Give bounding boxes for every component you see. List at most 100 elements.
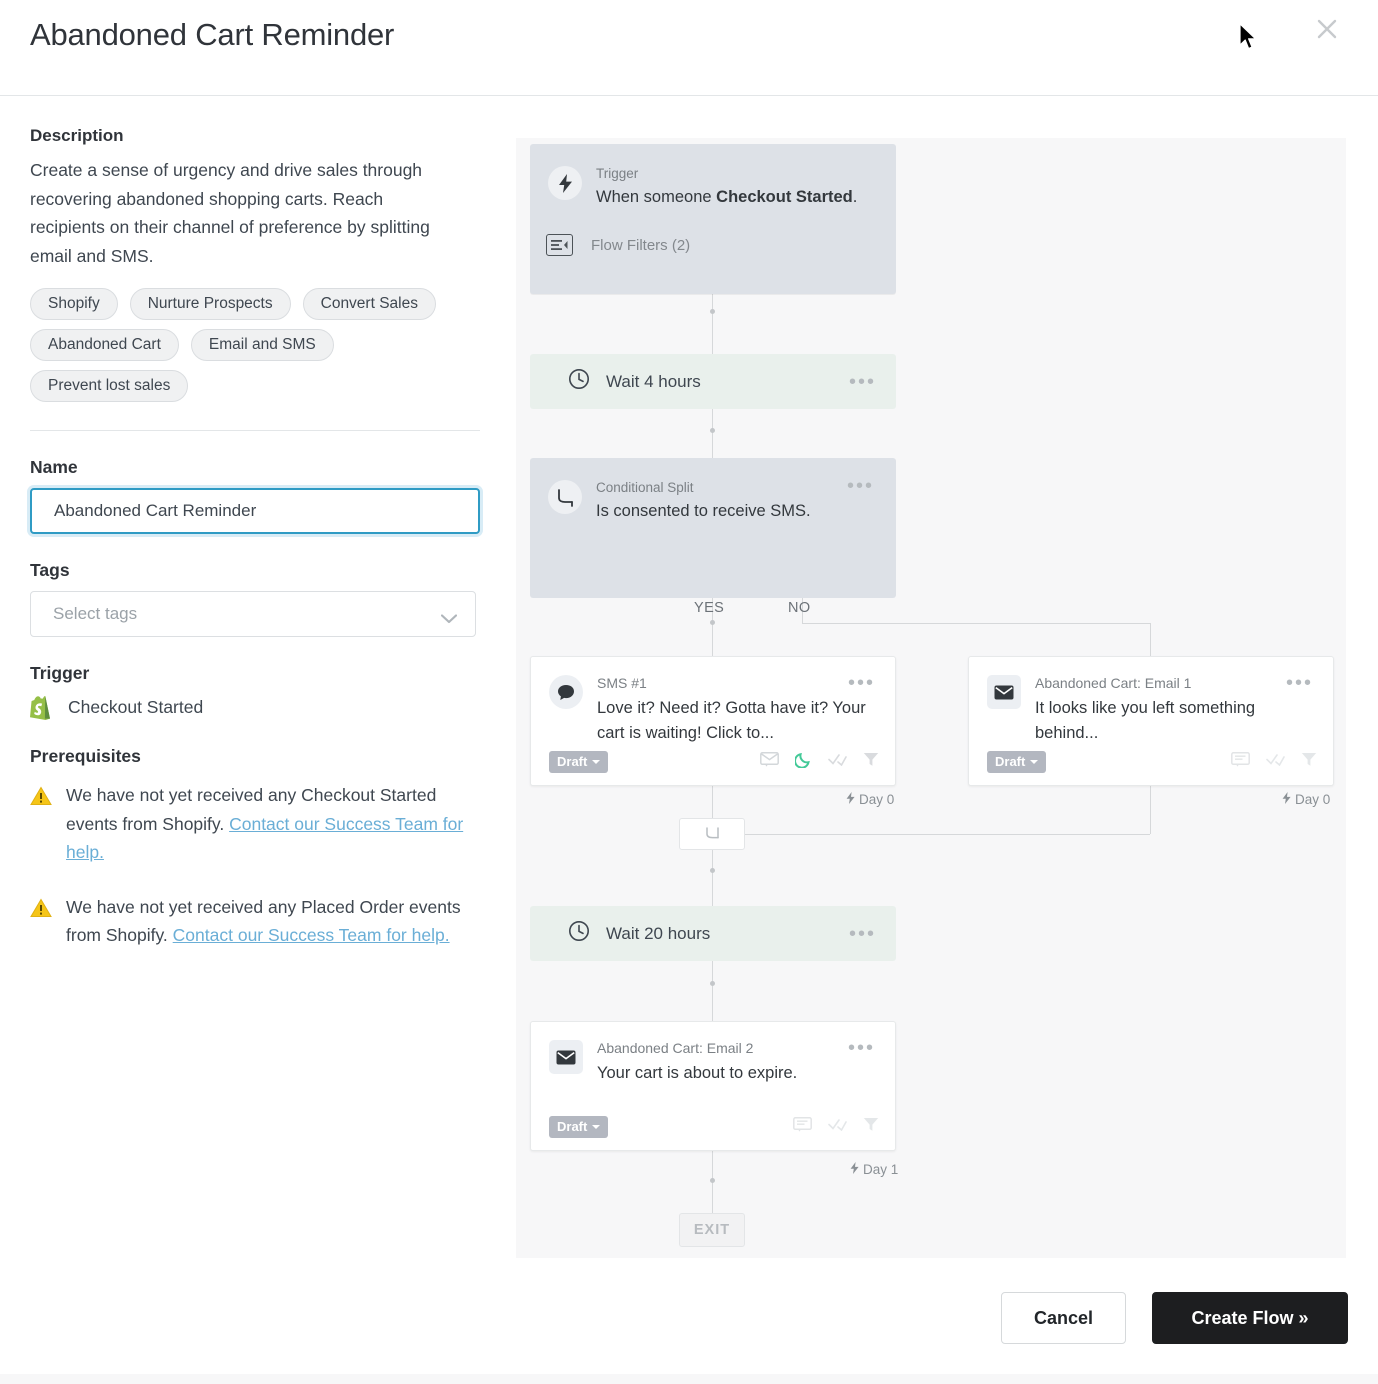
trigger-title-metric: Checkout Started [716, 188, 853, 206]
modal-footer: Cancel Create Flow » [0, 1292, 1378, 1362]
smart-sending-icon[interactable] [1266, 753, 1285, 771]
template-tag[interactable]: Prevent lost sales [30, 370, 188, 402]
flow-node-trigger[interactable]: Trigger When someone Checkout Started. F… [530, 144, 896, 294]
split-node-title: Is consented to receive SMS. [596, 500, 811, 522]
sms-card-head: SMS #1 Love it? Need it? Gotta have it? … [531, 657, 895, 746]
email2-day-value: Day 1 [863, 1162, 898, 1177]
flow-node-email-2[interactable]: Abandoned Cart: Email 2 Your cart is abo… [530, 1021, 896, 1151]
chevron-down-icon [592, 760, 600, 764]
name-input-wrapper[interactable] [30, 488, 480, 534]
split-node-text: Conditional Split Is consented to receiv… [596, 480, 811, 522]
sms-day-value: Day 0 [859, 792, 894, 807]
email2-card-text: Abandoned Cart: Email 2 Your cart is abo… [597, 1040, 867, 1086]
status-badge[interactable]: Draft [549, 751, 608, 773]
connector-dot [710, 981, 715, 986]
split-branch-icon [548, 480, 582, 514]
status-badge-label: Draft [557, 1119, 587, 1134]
branch-label-no: NO [788, 600, 811, 616]
email1-card-kicker: Abandoned Cart: Email 1 [1035, 675, 1305, 691]
bolt-small-icon [846, 792, 855, 807]
flow-filters-row[interactable]: Flow Filters (2) [530, 208, 896, 256]
message-preview-icon[interactable] [793, 1117, 812, 1137]
name-field-label: Name [30, 457, 490, 478]
email1-card-body: It looks like you left something behind.… [1035, 696, 1305, 746]
flow-node-conditional-split[interactable]: Conditional Split Is consented to receiv… [530, 458, 896, 598]
smart-sending-icon[interactable] [828, 1118, 847, 1136]
template-tag-list: Shopify Nurture Prospects Convert Sales … [30, 288, 480, 402]
template-tag[interactable]: Email and SMS [191, 329, 334, 361]
sms-card-day-label: Day 0 [846, 792, 894, 807]
flow-node-sms-1[interactable]: SMS #1 Love it? Need it? Gotta have it? … [530, 656, 896, 786]
funnel-filter-icon[interactable] [863, 752, 879, 772]
funnel-filter-icon[interactable] [863, 1117, 879, 1137]
email2-card-icon-row [793, 1117, 879, 1137]
flow-node-email-1[interactable]: Abandoned Cart: Email 1 It looks like yo… [968, 656, 1334, 786]
template-tag[interactable]: Nurture Prospects [130, 288, 291, 320]
template-tag[interactable]: Abandoned Cart [30, 329, 179, 361]
email-preview-icon[interactable] [760, 752, 779, 772]
lightning-bolt-icon [548, 166, 582, 200]
status-badge-label: Draft [557, 754, 587, 769]
sms-bubble-icon [549, 675, 583, 709]
mouse-cursor-icon [1238, 22, 1260, 54]
email1-card-footer: Draft [987, 751, 1317, 773]
bolt-small-icon [850, 1162, 859, 1177]
prerequisite-item: We have not yet received any Checkout St… [30, 781, 480, 867]
wait-2-label: Wait 20 hours [606, 924, 710, 944]
name-input[interactable] [32, 490, 478, 532]
trigger-node-kicker: Trigger [596, 166, 857, 182]
envelope-icon [987, 675, 1021, 709]
connector [712, 961, 713, 1021]
sms-card-kicker: SMS #1 [597, 675, 867, 691]
tags-field-label: Tags [30, 560, 490, 581]
smart-sending-icon[interactable] [828, 753, 847, 771]
split-node-head: Conditional Split Is consented to receiv… [530, 458, 896, 522]
connector [712, 294, 713, 354]
message-preview-icon[interactable] [1231, 752, 1250, 772]
trigger-title-suffix: . [853, 188, 858, 206]
create-flow-button[interactable]: Create Flow » [1152, 1292, 1348, 1344]
email1-card-icon-row [1231, 752, 1317, 772]
trigger-title-prefix: When someone [596, 188, 716, 206]
contact-success-team-link[interactable]: Contact our Success Team for help. [173, 925, 450, 945]
flow-preview-canvas[interactable]: Trigger When someone Checkout Started. F… [516, 138, 1346, 1258]
email2-card-day-label: Day 1 [850, 1162, 898, 1177]
template-tag[interactable]: Shopify [30, 288, 118, 320]
trigger-node-text: Trigger When someone Checkout Started. [596, 166, 857, 208]
clock-icon [568, 920, 590, 947]
cancel-button[interactable]: Cancel [1001, 1292, 1126, 1344]
chevron-down-icon [1030, 760, 1038, 764]
flow-node-merge[interactable] [679, 818, 745, 850]
chevron-down-icon [592, 1125, 600, 1129]
flow-node-exit[interactable]: EXIT [679, 1213, 745, 1247]
shopify-icon [30, 694, 54, 720]
close-icon[interactable] [1312, 14, 1342, 44]
details-panel: Description Create a sense of urgency an… [30, 126, 490, 950]
warning-triangle-icon [30, 898, 52, 918]
wait-1-label: Wait 4 hours [606, 372, 701, 392]
status-badge[interactable]: Draft [987, 751, 1046, 773]
email1-card-text: Abandoned Cart: Email 1 It looks like yo… [1035, 675, 1305, 746]
split-node-kicker: Conditional Split [596, 480, 811, 496]
description-heading: Description [30, 126, 490, 146]
divider [30, 430, 480, 431]
clock-icon [568, 368, 590, 395]
prerequisites-heading: Prerequisites [30, 746, 490, 767]
status-badge[interactable]: Draft [549, 1116, 608, 1138]
description-text: Create a sense of urgency and drive sale… [30, 156, 460, 270]
funnel-filter-icon[interactable] [1301, 752, 1317, 772]
tags-select[interactable]: Select tags [30, 591, 476, 637]
flow-node-wait-1[interactable]: Wait 4 hours ••• [530, 354, 896, 409]
trigger-name: Checkout Started [68, 697, 203, 718]
template-tag[interactable]: Convert Sales [303, 288, 436, 320]
prerequisite-text: We have not yet received any Checkout St… [66, 781, 480, 867]
trigger-row: Checkout Started [30, 694, 490, 720]
trigger-node-head: Trigger When someone Checkout Started. [530, 144, 896, 208]
bottom-strip [0, 1374, 1378, 1384]
sms-card-text: SMS #1 Love it? Need it? Gotta have it? … [597, 675, 867, 746]
email1-card-head: Abandoned Cart: Email 1 It looks like yo… [969, 657, 1333, 746]
email2-card-body: Your cart is about to expire. [597, 1061, 867, 1086]
flow-node-wait-2[interactable]: Wait 20 hours ••• [530, 906, 896, 961]
email1-day-value: Day 0 [1295, 792, 1330, 807]
quiet-hours-moon-icon[interactable] [795, 751, 812, 773]
